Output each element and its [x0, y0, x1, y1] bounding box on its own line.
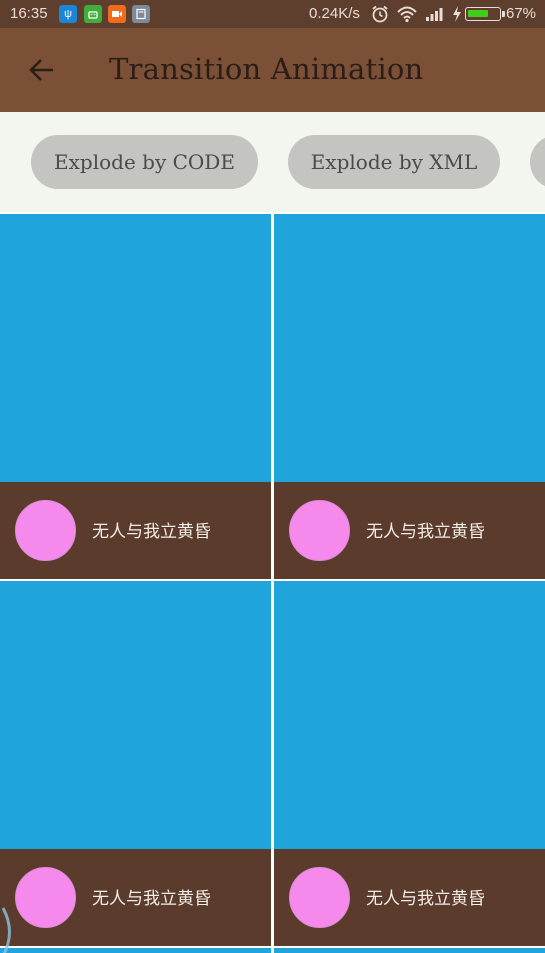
app-bar: Transition Animation: [0, 28, 545, 112]
usb-icon: ψ: [59, 5, 77, 23]
card-caption: 无人与我立黄昏: [0, 849, 271, 946]
card-title: 无人与我立黄昏: [366, 889, 485, 909]
grid-card[interactable]: 无人与我立黄昏: [0, 581, 271, 946]
button-strip[interactable]: Explode by CODE Explode by XML: [0, 112, 545, 212]
grid-card[interactable]: 无人与我立黄昏: [274, 581, 545, 946]
overscroll-glow: [1, 907, 11, 953]
android-icon: [84, 5, 102, 23]
card-title: 无人与我立黄昏: [92, 522, 211, 542]
avatar: [15, 867, 76, 928]
page-title: Transition Animation: [109, 52, 424, 86]
grid-card[interactable]: 无人与我立黄昏: [0, 214, 271, 579]
network-speed: 0.24K/s: [309, 5, 360, 22]
signal-icon: [424, 4, 446, 28]
wifi-icon: [396, 4, 418, 28]
charging-icon: [451, 4, 463, 28]
card-caption: 无人与我立黄昏: [274, 482, 545, 579]
back-button[interactable]: [18, 48, 66, 92]
card-image: [0, 581, 271, 849]
avatar: [289, 867, 350, 928]
card-title: 无人与我立黄昏: [92, 889, 211, 909]
card-title: 无人与我立黄昏: [366, 522, 485, 542]
card-caption: 无人与我立黄昏: [0, 482, 271, 579]
explode-by-xml-button[interactable]: Explode by XML: [288, 135, 500, 189]
card-image: [274, 581, 545, 849]
next-button-partial[interactable]: [530, 135, 545, 189]
alarm-icon: [370, 4, 390, 28]
status-time: 16:35: [10, 5, 48, 22]
battery-icon: [465, 7, 505, 21]
calculator-icon: [132, 5, 150, 23]
arrow-left-icon: [29, 59, 53, 81]
grid-card-partial[interactable]: [274, 948, 545, 953]
card-caption: 无人与我立黄昏: [274, 849, 545, 946]
card-image: [274, 214, 545, 482]
battery-percent: 67%: [506, 5, 537, 22]
card-image: [0, 214, 271, 482]
video-icon: [108, 5, 126, 23]
grid-card-partial[interactable]: [0, 948, 271, 953]
grid-card[interactable]: 无人与我立黄昏: [274, 214, 545, 579]
image-grid: 无人与我立黄昏 无人与我立黄昏 无人与我立黄昏 无人与我立黄昏: [0, 212, 545, 953]
avatar: [289, 500, 350, 561]
explode-by-code-button[interactable]: Explode by CODE: [31, 135, 258, 189]
status-bar: 16:35 ψ 0.24K/s 67%: [0, 0, 545, 28]
avatar: [15, 500, 76, 561]
